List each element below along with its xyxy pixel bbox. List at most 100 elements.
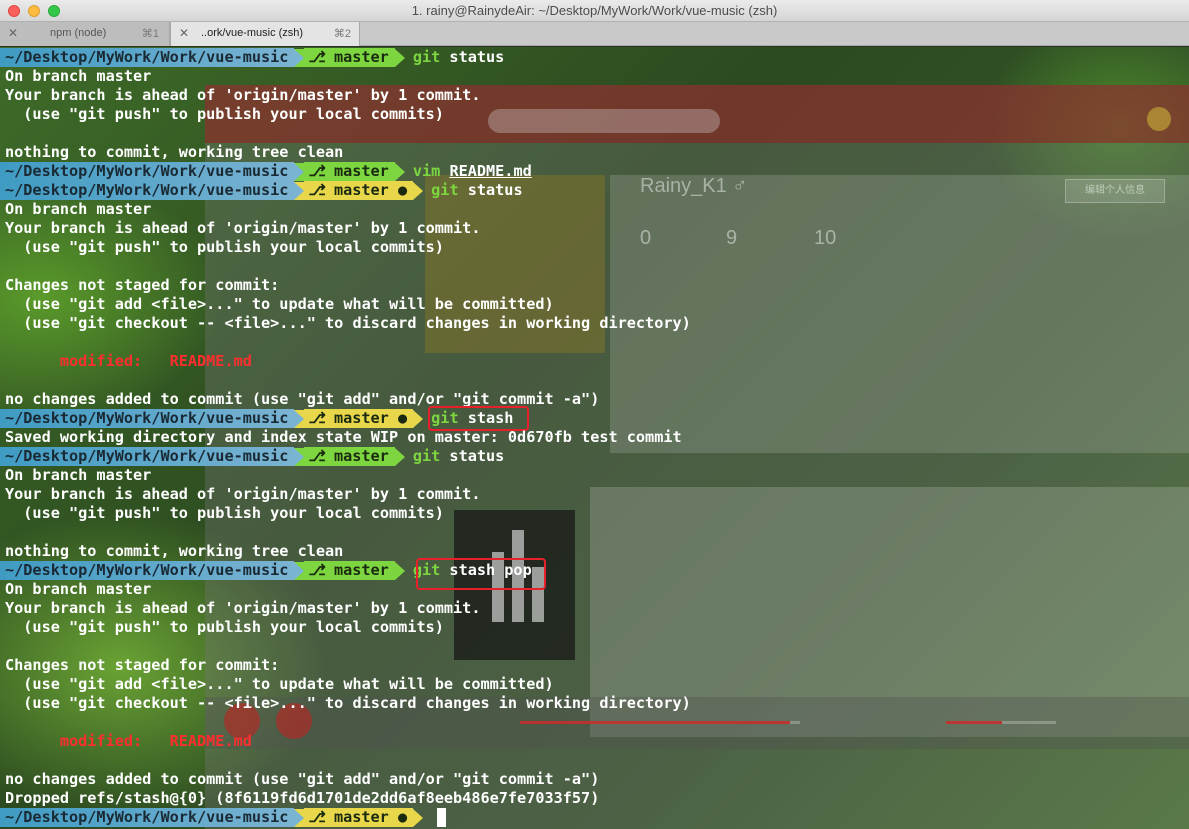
command-args: README.md [449, 162, 532, 180]
output-line: (use "git push" to publish your local co… [5, 618, 444, 636]
output-line: On branch master [5, 67, 152, 85]
tab-bar: ✕ npm (node) ⌘1 ✕ ..ork/vue-music (zsh) … [0, 22, 1189, 46]
branch-name: master [333, 162, 389, 180]
command-text: git status [431, 181, 522, 200]
prompt-branch: ⎇ master ● [304, 808, 414, 827]
background-volume-fill [946, 721, 1002, 724]
output-line: On branch master [5, 466, 152, 484]
window-title: 1. rainy@RainydeAir: ~/Desktop/MyWork/Wo… [411, 3, 778, 18]
annotation-highlight-box [416, 558, 546, 590]
prompt-branch: ⎇ master ● [304, 409, 414, 428]
branch-name: master [333, 561, 389, 579]
prompt-path: ~/Desktop/MyWork/Work/vue-music [0, 447, 295, 466]
command-keyword: git [412, 447, 441, 465]
powerline-separator-icon [413, 181, 424, 200]
prompt-line: ~/Desktop/MyWork/Work/vue-music ⎇ master … [0, 808, 424, 827]
command-text: vim README.md [413, 162, 532, 181]
background-user-name: Rainy_K1 ♂ [640, 175, 748, 197]
powerline-separator-icon [394, 561, 405, 580]
dirty-indicator-icon: ● [398, 181, 408, 199]
branch-icon: ⎇ [308, 808, 326, 826]
prompt-path: ~/Desktop/MyWork/Work/vue-music [0, 162, 295, 181]
command-args: status [440, 447, 505, 465]
prompt-line: ~/Desktop/MyWork/Work/vue-music ⎇ master … [0, 162, 532, 181]
output-line: nothing to commit, working tree clean [5, 542, 344, 560]
output-line: On branch master [5, 200, 152, 218]
prompt-line: ~/Desktop/MyWork/Work/vue-music ⎇ master … [0, 447, 504, 466]
output-line: Your branch is ahead of 'origin/master' … [5, 485, 481, 503]
prompt-line: ~/Desktop/MyWork/Work/vue-music ⎇ master … [0, 48, 504, 67]
powerline-separator-icon [294, 409, 305, 428]
powerline-separator-icon [394, 162, 405, 181]
output-line: (use "git add <file>..." to update what … [5, 675, 554, 693]
branch-icon: ⎇ [308, 447, 326, 465]
text-cursor[interactable] [437, 808, 446, 827]
prompt-path: ~/Desktop/MyWork/Work/vue-music [0, 181, 295, 200]
branch-name: master [333, 48, 389, 66]
background-stat: 9 [726, 227, 738, 249]
modified-file-line: modified: README.md [5, 732, 252, 750]
background-search-field [488, 109, 720, 133]
branch-name: master [333, 409, 389, 427]
output-line: Your branch is ahead of 'origin/master' … [5, 599, 481, 617]
powerline-separator-icon [294, 48, 305, 67]
branch-icon: ⎇ [308, 409, 326, 427]
output-line: On branch master [5, 580, 152, 598]
prompt-branch: ⎇ master ● [304, 181, 414, 200]
branch-name: master [333, 808, 389, 826]
command-keyword: vim [412, 162, 441, 180]
prompt-branch: ⎇ master [304, 162, 395, 181]
modified-file-line: modified: README.md [5, 352, 252, 370]
powerline-separator-icon [394, 48, 405, 67]
dirty-indicator-icon: ● [398, 808, 408, 826]
close-icon[interactable]: ✕ [8, 26, 18, 40]
tab-shortcut: ⌘1 [141, 28, 159, 40]
window-titlebar: 1. rainy@RainydeAir: ~/Desktop/MyWork/Wo… [0, 0, 1189, 22]
prompt-path: ~/Desktop/MyWork/Work/vue-music [0, 808, 295, 827]
terminal-pane[interactable]: Rainy_K1 ♂ 0 9 10 编辑个人信息 ~/Desktop/MyWor… [0, 47, 1189, 829]
background-edit-profile-button: 编辑个人信息 [1065, 179, 1165, 203]
tab-label: npm (node) [50, 27, 107, 39]
powerline-separator-icon [413, 808, 424, 827]
output-line: Your branch is ahead of 'origin/master' … [5, 86, 481, 104]
powerline-separator-icon [294, 181, 305, 200]
powerline-separator-icon [294, 162, 305, 181]
tab-vue-music-zsh[interactable]: ✕ ..ork/vue-music (zsh) ⌘2 [170, 22, 360, 46]
powerline-separator-icon [394, 447, 405, 466]
command-args: status [458, 181, 523, 199]
background-progress-fill [520, 721, 790, 724]
prompt-path: ~/Desktop/MyWork/Work/vue-music [0, 561, 295, 580]
tab-shortcut: ⌘2 [333, 28, 351, 40]
powerline-separator-icon [294, 808, 305, 827]
background-stat: 0 [640, 227, 652, 249]
prompt-line: ~/Desktop/MyWork/Work/vue-music ⎇ master … [0, 181, 523, 200]
command-args: status [440, 48, 505, 66]
output-line: (use "git add <file>..." to update what … [5, 295, 554, 313]
command-keyword: git [431, 181, 459, 199]
close-icon[interactable]: ✕ [179, 26, 189, 40]
branch-icon: ⎇ [308, 48, 326, 66]
output-line: no changes added to commit (use "git add… [5, 770, 600, 788]
branch-icon: ⎇ [308, 181, 326, 199]
output-line: Dropped refs/stash@{0} (8f6119fd6d1701de… [5, 789, 600, 807]
prompt-path: ~/Desktop/MyWork/Work/vue-music [0, 48, 295, 67]
branch-name: master [333, 447, 389, 465]
prompt-path: ~/Desktop/MyWork/Work/vue-music [0, 409, 295, 428]
output-line: (use "git checkout -- <file>..." to disc… [5, 314, 691, 332]
background-avatar-icon [1147, 107, 1171, 131]
output-line: (use "git push" to publish your local co… [5, 504, 444, 522]
branch-name: master [333, 181, 389, 199]
output-line: (use "git push" to publish your local co… [5, 105, 444, 123]
output-line: Changes not staged for commit: [5, 656, 280, 674]
output-line: (use "git checkout -- <file>..." to disc… [5, 694, 691, 712]
tab-label: ..ork/vue-music (zsh) [201, 27, 304, 39]
tab-npm-node[interactable]: ✕ npm (node) ⌘1 [0, 22, 170, 46]
command-text: git status [413, 447, 504, 466]
prompt-branch: ⎇ master [304, 48, 395, 67]
powerline-separator-icon [294, 561, 305, 580]
branch-icon: ⎇ [308, 162, 326, 180]
powerline-separator-icon [294, 447, 305, 466]
command-keyword: git [412, 48, 441, 66]
branch-icon: ⎇ [308, 561, 326, 579]
output-line: (use "git push" to publish your local co… [5, 238, 444, 256]
